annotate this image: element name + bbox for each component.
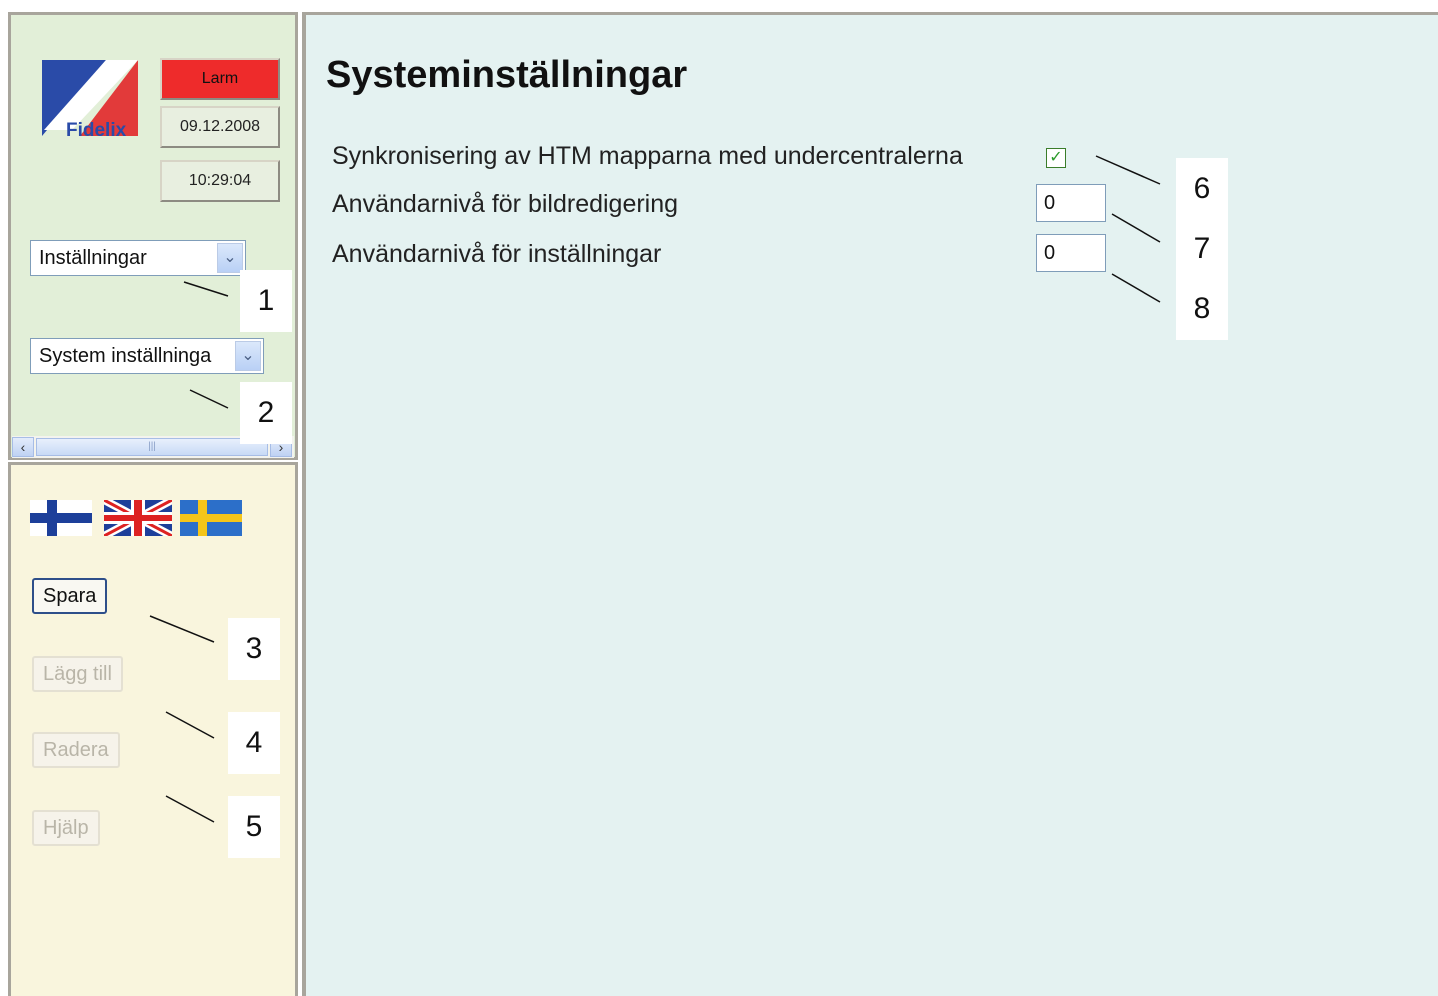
help-button[interactable]: Hjälp [32,810,100,846]
add-button[interactable]: Lägg till [32,656,123,692]
delete-button[interactable]: Radera [32,732,120,768]
scroll-left-icon[interactable]: ‹ [12,437,34,457]
scrollbar-thumb[interactable]: ||| [36,438,268,456]
setting-label-sync: Synkronisering av HTM mapparna med under… [332,142,963,170]
uk-flag-icon[interactable] [104,500,172,536]
save-button[interactable]: Spara [32,578,108,614]
callout-1: 1 [240,270,292,332]
checkmark-icon: ✓ [1049,149,1063,166]
page-title: Systeminställningar [326,54,688,96]
callout-8: 8 [1176,278,1228,340]
callout-3: 3 [228,618,280,680]
page-select[interactable]: System inställninga ⌄ [30,338,264,374]
swedish-flag-icon[interactable] [180,500,242,536]
setting-label-image-edit-level: Användarnivå för bildredigering [332,190,679,218]
callout-2: 2 [240,382,292,444]
image-edit-level-input[interactable]: 0 [1036,184,1106,222]
chevron-down-icon[interactable]: ⌄ [217,243,243,273]
date-display: 09.12.2008 [160,106,280,148]
category-select-value: Inställningar [39,247,147,269]
sync-checkbox[interactable]: ✓ [1046,148,1066,168]
finnish-flag-icon[interactable] [30,500,92,536]
page-select-value: System inställninga [39,345,212,367]
time-display: 10:29:04 [160,160,280,202]
callout-5: 5 [228,796,280,858]
logo-text: Fidelix [66,120,127,141]
category-select[interactable]: Inställningar ⌄ [30,240,246,276]
setting-label-settings-level: Användarnivå för inställningar [332,240,662,268]
chevron-down-icon[interactable]: ⌄ [235,341,261,371]
callout-4: 4 [228,712,280,774]
top-frame [0,0,1438,10]
settings-level-input[interactable]: 0 [1036,234,1106,272]
callout-7: 7 [1176,218,1228,280]
alarm-indicator[interactable]: Larm [160,58,280,100]
callout-6: 6 [1176,158,1228,220]
